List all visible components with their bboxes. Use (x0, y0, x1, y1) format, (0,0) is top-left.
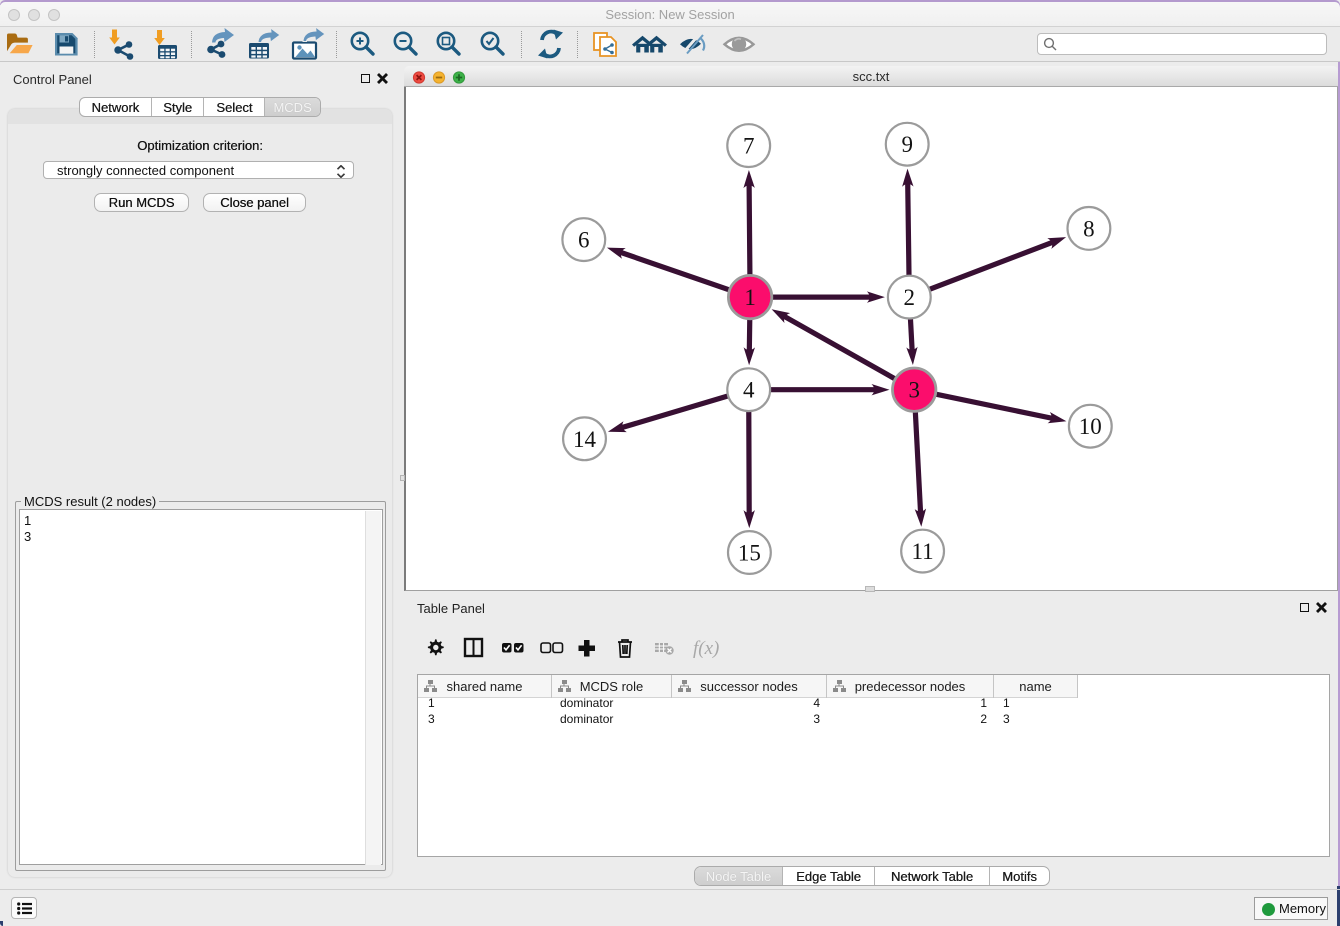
svg-text:f(x): f(x) (693, 638, 719, 659)
svg-text:4: 4 (743, 378, 755, 403)
svg-text:14: 14 (573, 427, 597, 452)
svg-text:11: 11 (912, 539, 934, 564)
svg-text:6: 6 (578, 228, 590, 253)
svg-text:3: 3 (908, 378, 920, 403)
svg-text:2: 2 (904, 285, 916, 310)
svg-text:9: 9 (901, 132, 913, 157)
svg-text:8: 8 (1083, 216, 1095, 241)
svg-text:15: 15 (738, 541, 761, 566)
svg-text:10: 10 (1079, 414, 1102, 439)
svg-text:1: 1 (744, 285, 756, 310)
svg-text:7: 7 (743, 134, 755, 159)
